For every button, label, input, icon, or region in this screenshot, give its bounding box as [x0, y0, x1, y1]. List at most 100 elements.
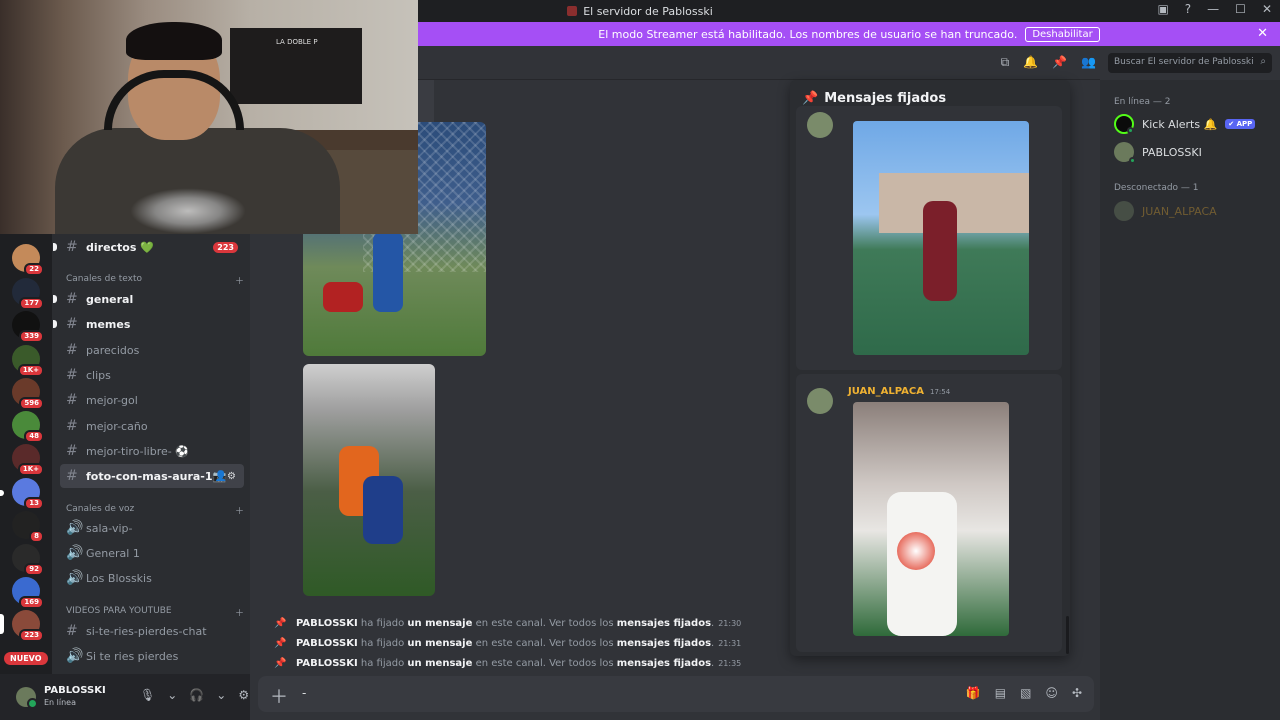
search-input[interactable]: Buscar El servidor de Pablosski ⌕	[1108, 53, 1272, 73]
voice-channel-item[interactable]: 🔊 sala-vip-	[60, 516, 244, 540]
avatar[interactable]	[807, 388, 833, 414]
server-icon[interactable]: 596	[12, 378, 44, 410]
server-icon[interactable]: 8	[12, 511, 44, 543]
member-item[interactable]: PABLOSSKI	[1114, 142, 1202, 164]
channel-item[interactable]: # si-te-ries-pierdes-chat	[60, 619, 244, 643]
image-attachment-partial[interactable]	[418, 80, 434, 122]
server-icon[interactable]: 223	[0, 610, 44, 642]
pin-icon[interactable]: 📌	[1052, 55, 1067, 70]
minimize-button[interactable]: —	[1207, 2, 1219, 16]
ball	[897, 532, 935, 570]
pin-icon: 📌	[274, 617, 287, 629]
server-icon[interactable]: 13	[0, 478, 44, 510]
channel-item[interactable]: # mejor-caño	[60, 414, 244, 438]
player-figure	[373, 232, 403, 312]
channel-item-active[interactable]: # foto-con-mas-aura-1📷 👤⚙	[60, 464, 244, 488]
webcam-overlay: LA DOBLE P	[0, 0, 418, 234]
streamer-mode-banner: El modo Streamer está habilitado. Los no…	[418, 22, 1280, 46]
server-icon[interactable]: 1K+	[12, 444, 44, 476]
speaker-icon: 🔊	[66, 570, 84, 586]
member-item[interactable]: JUAN_ALPACA	[1114, 201, 1217, 221]
server-icon[interactable]: 48	[12, 411, 44, 443]
user-info[interactable]: PABLOSSKI En línea	[44, 685, 106, 709]
inbox-icon[interactable]: ▣	[1157, 2, 1168, 16]
server-icon[interactable]: 169	[12, 577, 44, 609]
channel-settings-icon: 👤⚙	[214, 470, 236, 482]
pinned-message[interactable]: JUAN_ALPACA 17:54	[796, 374, 1062, 652]
server-icon[interactable]: 1K+	[12, 345, 44, 377]
hash-icon: #	[66, 367, 78, 383]
sticker-icon[interactable]: ▧	[1020, 686, 1031, 700]
new-badge[interactable]: NUEVO	[4, 652, 48, 665]
gear-icon[interactable]: ⚙	[238, 688, 249, 702]
close-icon[interactable]: ✕	[1257, 26, 1268, 41]
image-attachment[interactable]	[303, 364, 435, 596]
chevron-down-icon[interactable]: ⌄	[216, 688, 226, 702]
message-composer[interactable]: ＋ - 🎁 ▤ ▧ ☺ ✣	[258, 676, 1094, 712]
scrollbar[interactable]	[1066, 616, 1069, 654]
channel-item[interactable]: # clips	[60, 363, 244, 387]
window-title: El servidor de Pablosski	[567, 5, 713, 18]
hash-icon: #	[66, 468, 78, 484]
add-attachment-button[interactable]: ＋	[270, 683, 288, 709]
avatar	[1114, 201, 1134, 221]
apps-icon[interactable]: ✣	[1072, 686, 1082, 700]
headphones-icon[interactable]: 🎧	[189, 688, 204, 702]
author-name[interactable]: JUAN_ALPACA	[848, 386, 924, 397]
emoji-icon[interactable]: ☺	[1045, 686, 1058, 700]
pinned-image[interactable]	[853, 402, 1009, 636]
shirt-print	[130, 188, 246, 234]
message-input[interactable]: -	[302, 686, 306, 700]
server-icon[interactable]: 22	[12, 244, 44, 276]
user-controls: 🎙 ⌄ 🎧 ⌄ ⚙	[140, 688, 249, 702]
close-window-button[interactable]: ✕	[1262, 2, 1272, 16]
member-list: En línea — 2 Kick Alerts 🔔 ✔ APP PABLOSS…	[1100, 80, 1280, 720]
voice-channel-item[interactable]: 🔊 General 1	[60, 541, 244, 565]
channel-item[interactable]: # parecidos	[60, 338, 244, 362]
maximize-button[interactable]: ☐	[1235, 2, 1246, 16]
pinned-messages-popout: 📌 Mensajes fijados JUAN_ALPACA 17:54	[790, 80, 1070, 656]
pinned-message[interactable]	[796, 106, 1062, 370]
channel-list: # directos 💚 223 Canales de texto ＋ # gene…	[52, 234, 250, 674]
threads-icon[interactable]: ⧉	[1001, 55, 1010, 70]
server-icon[interactable]: 339	[12, 311, 44, 343]
speaker-icon: 🔊	[66, 545, 84, 561]
channel-item[interactable]: # memes	[53, 312, 244, 336]
member-item[interactable]: Kick Alerts 🔔 ✔ APP	[1114, 114, 1256, 134]
avatar[interactable]	[16, 687, 38, 709]
speaker-icon: 🔊	[66, 520, 84, 536]
gif-icon[interactable]: ▤	[995, 686, 1006, 700]
channel-item[interactable]: # mejor-tiro-libre- ⚽	[60, 439, 244, 463]
online-header: En línea — 2	[1114, 97, 1171, 107]
category-header[interactable]: VIDEOS PARA YOUTUBE ＋	[66, 606, 244, 619]
help-icon[interactable]: ?	[1185, 2, 1191, 16]
avatar	[1114, 142, 1136, 164]
pinned-image[interactable]	[853, 121, 1029, 355]
avatar	[1114, 114, 1134, 134]
mention-badge: 223	[213, 241, 238, 253]
server-icon[interactable]: 177	[12, 278, 44, 310]
gift-icon[interactable]: 🎁	[966, 686, 981, 700]
channel-item[interactable]: # general	[53, 287, 244, 311]
add-channel-icon: ＋	[234, 609, 244, 619]
members-icon[interactable]: 👥	[1081, 55, 1096, 70]
chevron-down-icon[interactable]: ⌄	[167, 688, 177, 702]
server-icon[interactable]: 92	[12, 544, 44, 576]
timestamp: 17:54	[930, 388, 951, 396]
window-controls: ▣ ? — ☐ ✕	[1157, 2, 1272, 16]
microphone-icon[interactable]: 🎙	[140, 688, 155, 702]
bell-icon[interactable]: 🔔	[1023, 55, 1038, 70]
system-message: 📌 PABLOSSKI ha fijado un mensaje en este…	[274, 617, 742, 629]
category-header[interactable]: Canales de texto ＋	[66, 274, 244, 287]
avatar[interactable]	[807, 112, 833, 138]
player-figure	[923, 201, 957, 301]
disable-streamer-button[interactable]: Deshabilitar	[1025, 26, 1100, 42]
channel-item[interactable]: # mejor-gol	[60, 388, 244, 412]
header-toolbar: ⧉ 🔔 📌 👥	[1001, 55, 1096, 70]
speaker-icon: 🔊	[66, 648, 84, 664]
channel-item[interactable]: # directos 💚 223	[53, 235, 244, 259]
voice-channel-item[interactable]: 🔊 Los Blosskis	[60, 566, 244, 590]
hash-icon: #	[66, 239, 78, 255]
voice-channel-item[interactable]: 🔊 Si te ries pierdes	[60, 644, 244, 668]
add-channel-icon: ＋	[234, 277, 244, 287]
